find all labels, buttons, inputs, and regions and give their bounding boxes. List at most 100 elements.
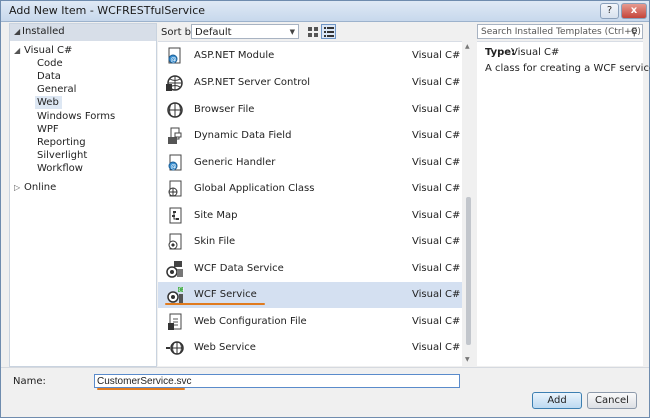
template-row-site-map[interactable]: Site Map Visual C#: [158, 203, 462, 229]
template-name: Generic Handler: [194, 157, 276, 168]
tree-item-label: General: [37, 84, 77, 95]
tree-item-label: Reporting: [37, 137, 86, 148]
template-row-skin-file[interactable]: Skin File Visual C#: [158, 229, 462, 255]
site-map-icon: [166, 207, 184, 225]
tree-item-workflow[interactable]: Workflow: [35, 162, 86, 175]
template-category: Visual C#: [412, 263, 461, 274]
tree-item-reporting[interactable]: Reporting: [35, 136, 89, 149]
name-field[interactable]: [94, 374, 460, 388]
template-category: Visual C#: [412, 289, 461, 300]
wcf-service-icon: C#: [166, 286, 186, 304]
tree-item-data[interactable]: Data: [35, 70, 64, 83]
browser-file-icon: [166, 101, 184, 119]
add-new-item-dialog: Add New Item - WCFRESTfulService ? x ◢ I…: [0, 0, 650, 418]
tree-item-label: Online: [24, 182, 57, 193]
medium-icons-view-button[interactable]: [305, 24, 320, 39]
web-service-icon: [166, 339, 184, 357]
template-name: WCF Service: [194, 289, 257, 300]
tree-item-code[interactable]: Code: [35, 57, 66, 70]
wcf-service-emphasis-underline: [165, 303, 265, 305]
svg-text:@: @: [171, 57, 177, 64]
generic-handler-icon: @: [166, 154, 184, 172]
template-name: ASP.NET Module: [194, 50, 275, 61]
grid-view-icon: [308, 27, 318, 37]
template-name: WCF Data Service: [194, 263, 284, 274]
sort-by-value: Default: [195, 27, 232, 38]
tree-item-label: Visual C#: [24, 45, 73, 56]
template-name: ASP.NET Server Control: [194, 77, 311, 88]
template-name: Browser File: [194, 104, 255, 115]
skin-file-icon: [166, 233, 184, 251]
collapsed-arrow-icon[interactable]: ▷: [14, 183, 20, 192]
installed-header[interactable]: ◢ Installed: [10, 24, 156, 41]
name-label: Name:: [13, 376, 46, 387]
template-name: Dynamic Data Field: [194, 130, 292, 141]
template-category: Visual C#: [412, 50, 461, 61]
bottom-divider: [1, 367, 649, 368]
collapse-arrow-icon: ◢: [14, 27, 21, 36]
add-button[interactable]: Add: [532, 392, 582, 409]
template-category: Visual C#: [412, 77, 461, 88]
template-row-wcf-data-service[interactable]: WCF Data Service Visual C#: [158, 256, 462, 282]
installed-header-label: Installed: [22, 26, 65, 37]
tree-item-general[interactable]: General: [35, 83, 79, 96]
tree-item-visual-c[interactable]: Visual C#: [22, 44, 75, 57]
close-button[interactable]: x: [621, 3, 647, 19]
help-button[interactable]: ?: [600, 3, 619, 19]
global-app-icon: [166, 180, 184, 198]
tree-item-label: Windows Forms: [37, 111, 116, 122]
web-config-icon: [166, 313, 184, 331]
sort-by-select[interactable]: Default ▼: [191, 24, 299, 39]
window-title: Add New Item - WCFRESTfulService: [9, 4, 206, 17]
list-view-button[interactable]: [321, 24, 336, 39]
name-emphasis-underline: [97, 388, 185, 390]
details-pane: [477, 41, 643, 366]
tree-item-label: Web: [37, 97, 59, 108]
tree-item-label: Workflow: [37, 163, 83, 174]
title-bar: Add New Item - WCFRESTfulService ? x: [1, 1, 649, 22]
search-placeholder: Search Installed Templates (Ctrl+E): [481, 27, 641, 37]
template-name: Global Application Class: [194, 183, 315, 194]
tree-item-online[interactable]: Online: [22, 181, 59, 194]
template-name: Web Configuration File: [194, 316, 307, 327]
template-name: Web Service: [194, 342, 256, 353]
template-row-asp-net-server-control[interactable]: ASP.NET Server Control Visual C#: [158, 70, 462, 96]
template-description: A class for creating a WCF service: [485, 63, 650, 74]
svg-text:@: @: [171, 164, 177, 171]
template-category: Visual C#: [412, 210, 461, 221]
cancel-button[interactable]: Cancel: [587, 392, 637, 409]
template-row-web-service[interactable]: Web Service Visual C#: [158, 335, 462, 361]
template-row-asp-net-module[interactable]: @ ASP.NET Module Visual C#: [158, 43, 462, 69]
svg-text:C#: C#: [179, 288, 185, 294]
search-templates-input[interactable]: Search Installed Templates (Ctrl+E) ⚲: [477, 24, 643, 39]
tree-item-wpf[interactable]: WPF: [35, 123, 62, 136]
template-category: Visual C#: [412, 236, 461, 247]
server-control-icon: [166, 74, 184, 92]
template-row-web-configuration-file[interactable]: Web Configuration File Visual C#: [158, 309, 462, 335]
template-category: Visual C#: [412, 183, 461, 194]
template-row-dynamic-data-field[interactable]: Dynamic Data Field Visual C#: [158, 123, 462, 149]
template-category: Visual C#: [412, 157, 461, 168]
template-category-tree: ◢ Installed Visual C# ◢ Code Data General Web…: [9, 23, 157, 367]
tree-item-label: Code: [37, 58, 63, 69]
list-view-icon: [324, 27, 334, 37]
template-row-generic-handler[interactable]: @ Generic Handler Visual C#: [158, 150, 462, 176]
template-row-browser-file[interactable]: Browser File Visual C#: [158, 97, 462, 123]
tree-item-web[interactable]: Web: [35, 96, 62, 109]
template-category: Visual C#: [412, 104, 461, 115]
template-category: Visual C#: [412, 130, 461, 141]
wcf-data-service-icon: [166, 260, 184, 278]
search-icon[interactable]: ⚲: [631, 26, 638, 40]
scrollbar-thumb[interactable]: [466, 197, 471, 345]
tree-item-windows-forms[interactable]: Windows Forms: [35, 110, 118, 123]
expanded-arrow-icon[interactable]: ◢: [14, 46, 20, 55]
tree-item-silverlight[interactable]: Silverlight: [35, 149, 90, 162]
scroll-down-icon[interactable]: ▼: [465, 356, 470, 363]
template-row-global-application-class[interactable]: Global Application Class Visual C#: [158, 176, 462, 202]
tree-item-label: Silverlight: [37, 150, 88, 161]
template-category: Visual C#: [412, 342, 461, 353]
tree-item-label: Data: [37, 71, 61, 82]
aspnet-module-icon: @: [166, 47, 184, 65]
chevron-down-icon: ▼: [289, 28, 295, 36]
scroll-up-icon[interactable]: ▲: [465, 43, 470, 50]
